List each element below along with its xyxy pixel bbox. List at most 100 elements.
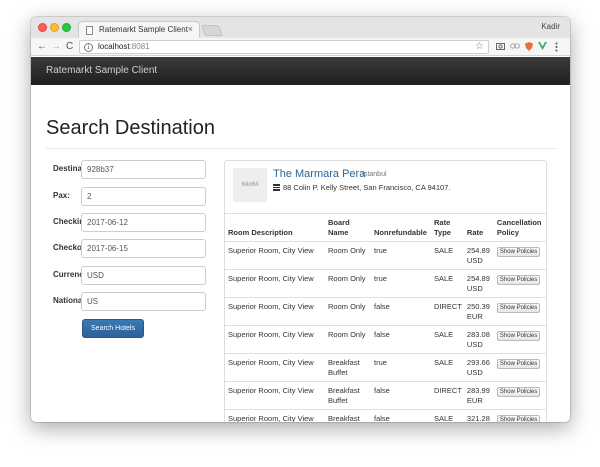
show-policies-button[interactable]: Show Policies	[496, 359, 541, 369]
form-row-checkin: Checkin	[53, 213, 208, 233]
cell-room: Superior Room, City View	[225, 269, 325, 298]
cell-nonrefundable: true	[371, 241, 431, 270]
cell-board: BreakfastBuffet	[325, 353, 371, 382]
cell-rate-amount: 283.08	[466, 330, 490, 339]
page-icon	[86, 26, 93, 35]
link-extension-icon[interactable]	[510, 42, 520, 52]
pax-input[interactable]	[81, 187, 206, 206]
cell-rate-amount: 293.66	[466, 358, 490, 367]
col-rate: Rate	[463, 213, 494, 242]
cell-rate: 254.89 USD	[463, 241, 494, 270]
cell-nonrefundable: true	[371, 353, 431, 382]
cell-board: Room Only	[325, 297, 371, 326]
address-bar[interactable]: i localhost:8081 ☆	[79, 40, 489, 54]
checkin-input[interactable]	[81, 213, 206, 232]
cell-rate-currency: USD	[466, 256, 483, 265]
show-policies-button[interactable]: Show Policies	[496, 303, 541, 313]
checkout-label: Checkout	[53, 243, 81, 252]
cell-rate-currency: USD	[466, 340, 483, 349]
new-tab-button[interactable]	[200, 25, 224, 36]
col-ratetype-line1: Rate	[434, 218, 451, 227]
cell-room: Superior Room, City View	[225, 409, 325, 422]
col-room-description: Room Description	[225, 213, 325, 242]
url-text[interactable]: localhost:8081	[98, 42, 150, 51]
hotel-address-row: 88 Colin P. Kelly Street, San Francisco,…	[273, 183, 450, 192]
currency-input[interactable]	[81, 266, 206, 285]
building-icon	[273, 184, 280, 191]
col-ratetype-line2: Type	[434, 228, 451, 237]
show-policies-button[interactable]: Show Policies	[496, 331, 541, 341]
nationality-input[interactable]	[81, 292, 206, 311]
profile-name[interactable]: Kadir	[541, 22, 560, 31]
minimize-window-button[interactable]	[50, 23, 59, 32]
cell-rate: 254.89 USD	[463, 269, 494, 298]
cell-policy: Show Policies	[493, 381, 546, 410]
rates-table-body: Superior Room, City View Room Only true SAL…	[225, 241, 546, 422]
cell-rate-currency: USD	[466, 368, 483, 377]
show-policies-button[interactable]: Show Policies	[496, 387, 541, 397]
destination-input[interactable]	[81, 160, 206, 179]
tab-title: Ratemarkt Sample Client	[99, 25, 188, 34]
close-window-button[interactable]	[38, 23, 47, 32]
show-policies-button[interactable]: Show Policies	[496, 275, 541, 285]
cell-room: Superior Room, City View	[225, 297, 325, 326]
table-row: Superior Room, City View Breakfast Buffet t…	[225, 353, 546, 382]
title-bar: Ratemarkt Sample Client × Kadir	[31, 17, 570, 39]
col-policy-line2: Policy	[496, 228, 520, 237]
title-divider	[46, 148, 556, 149]
browser-tab[interactable]: Ratemarkt Sample Client ×	[78, 21, 200, 39]
show-policies-button[interactable]: Show Policies	[496, 415, 541, 422]
cell-board-line1: Breakfast	[328, 414, 360, 422]
cell-rate-currency: EUR	[466, 312, 483, 321]
cell-rate: 283.99 EUR	[463, 381, 494, 410]
info-icon[interactable]: i	[84, 43, 93, 52]
cell-rate-type: SALE	[431, 353, 464, 382]
camera-extension-icon[interactable]	[496, 42, 505, 52]
table-row: Superior Room, City View Room Only false SA…	[225, 325, 546, 354]
app-navbar: Ratemarkt Sample Client	[31, 57, 570, 85]
cell-rate-type: DIRECT	[431, 297, 464, 326]
bookmark-star-icon[interactable]: ☆	[475, 41, 484, 52]
table-row: Superior Room, City ViewBreakfastBuffetf…	[225, 381, 546, 410]
hotel-name-link[interactable]: The Marmara Pera	[273, 168, 365, 180]
vue-extension-icon[interactable]	[538, 42, 547, 52]
col-cancellation-policy: Cancellation Policy	[493, 213, 546, 242]
table-row: Superior Room, City View Room Only true SAL…	[225, 241, 546, 270]
cell-policy: Show Policies	[493, 325, 546, 354]
cell-rate-currency: EUR	[466, 396, 483, 405]
shield-extension-icon[interactable]	[525, 42, 533, 53]
search-hotels-button[interactable]: Search Hotels	[82, 319, 144, 338]
cell-rate-amount: 254.89	[466, 274, 490, 283]
back-arrow-icon[interactable]: ←	[37, 41, 47, 53]
page-title: Search Destination	[46, 117, 215, 139]
cell-board-line1: Room Only	[328, 246, 366, 255]
browser-window: Ratemarkt Sample Client × Kadir ← → C i …	[31, 17, 570, 422]
cell-rate-amount: 254.89	[466, 246, 490, 255]
zoom-window-button[interactable]	[62, 23, 71, 32]
table-row: Superior Room, City View Room Only false DI…	[225, 297, 546, 326]
checkout-input[interactable]	[81, 239, 206, 258]
cell-rate: 250.39 EUR	[463, 297, 494, 326]
cell-rate-amount: 283.99	[466, 386, 490, 395]
tab-close-icon[interactable]: ×	[188, 24, 193, 34]
cell-rate-type: SALE	[431, 269, 464, 298]
form-row-nationality: Nationality	[53, 292, 208, 312]
cell-nonrefundable: false	[371, 409, 431, 422]
cell-policy: Show Policies	[493, 297, 546, 326]
cell-rate-currency: USD	[466, 284, 483, 293]
table-row: Superior Room, City View Room Only true SAL…	[225, 269, 546, 298]
menu-kebab-icon[interactable]	[555, 42, 558, 54]
url-host: localhost	[98, 42, 130, 51]
forward-arrow-icon[interactable]: →	[51, 41, 61, 53]
url-port: :8081	[129, 42, 150, 51]
reload-icon[interactable]: C	[66, 41, 73, 53]
nationality-label: Nationality	[53, 296, 81, 305]
cell-nonrefundable: true	[371, 269, 431, 298]
show-policies-button[interactable]: Show Policies	[496, 247, 541, 257]
cell-board-line2: Buffet	[328, 396, 348, 405]
cell-policy: Show Policies	[493, 409, 546, 422]
cell-nonrefundable: false	[371, 325, 431, 354]
navbar-brand[interactable]: Ratemarkt Sample Client	[46, 65, 157, 76]
cell-board-line1: Room Only	[328, 302, 366, 311]
currency-label: Currency	[53, 270, 81, 279]
